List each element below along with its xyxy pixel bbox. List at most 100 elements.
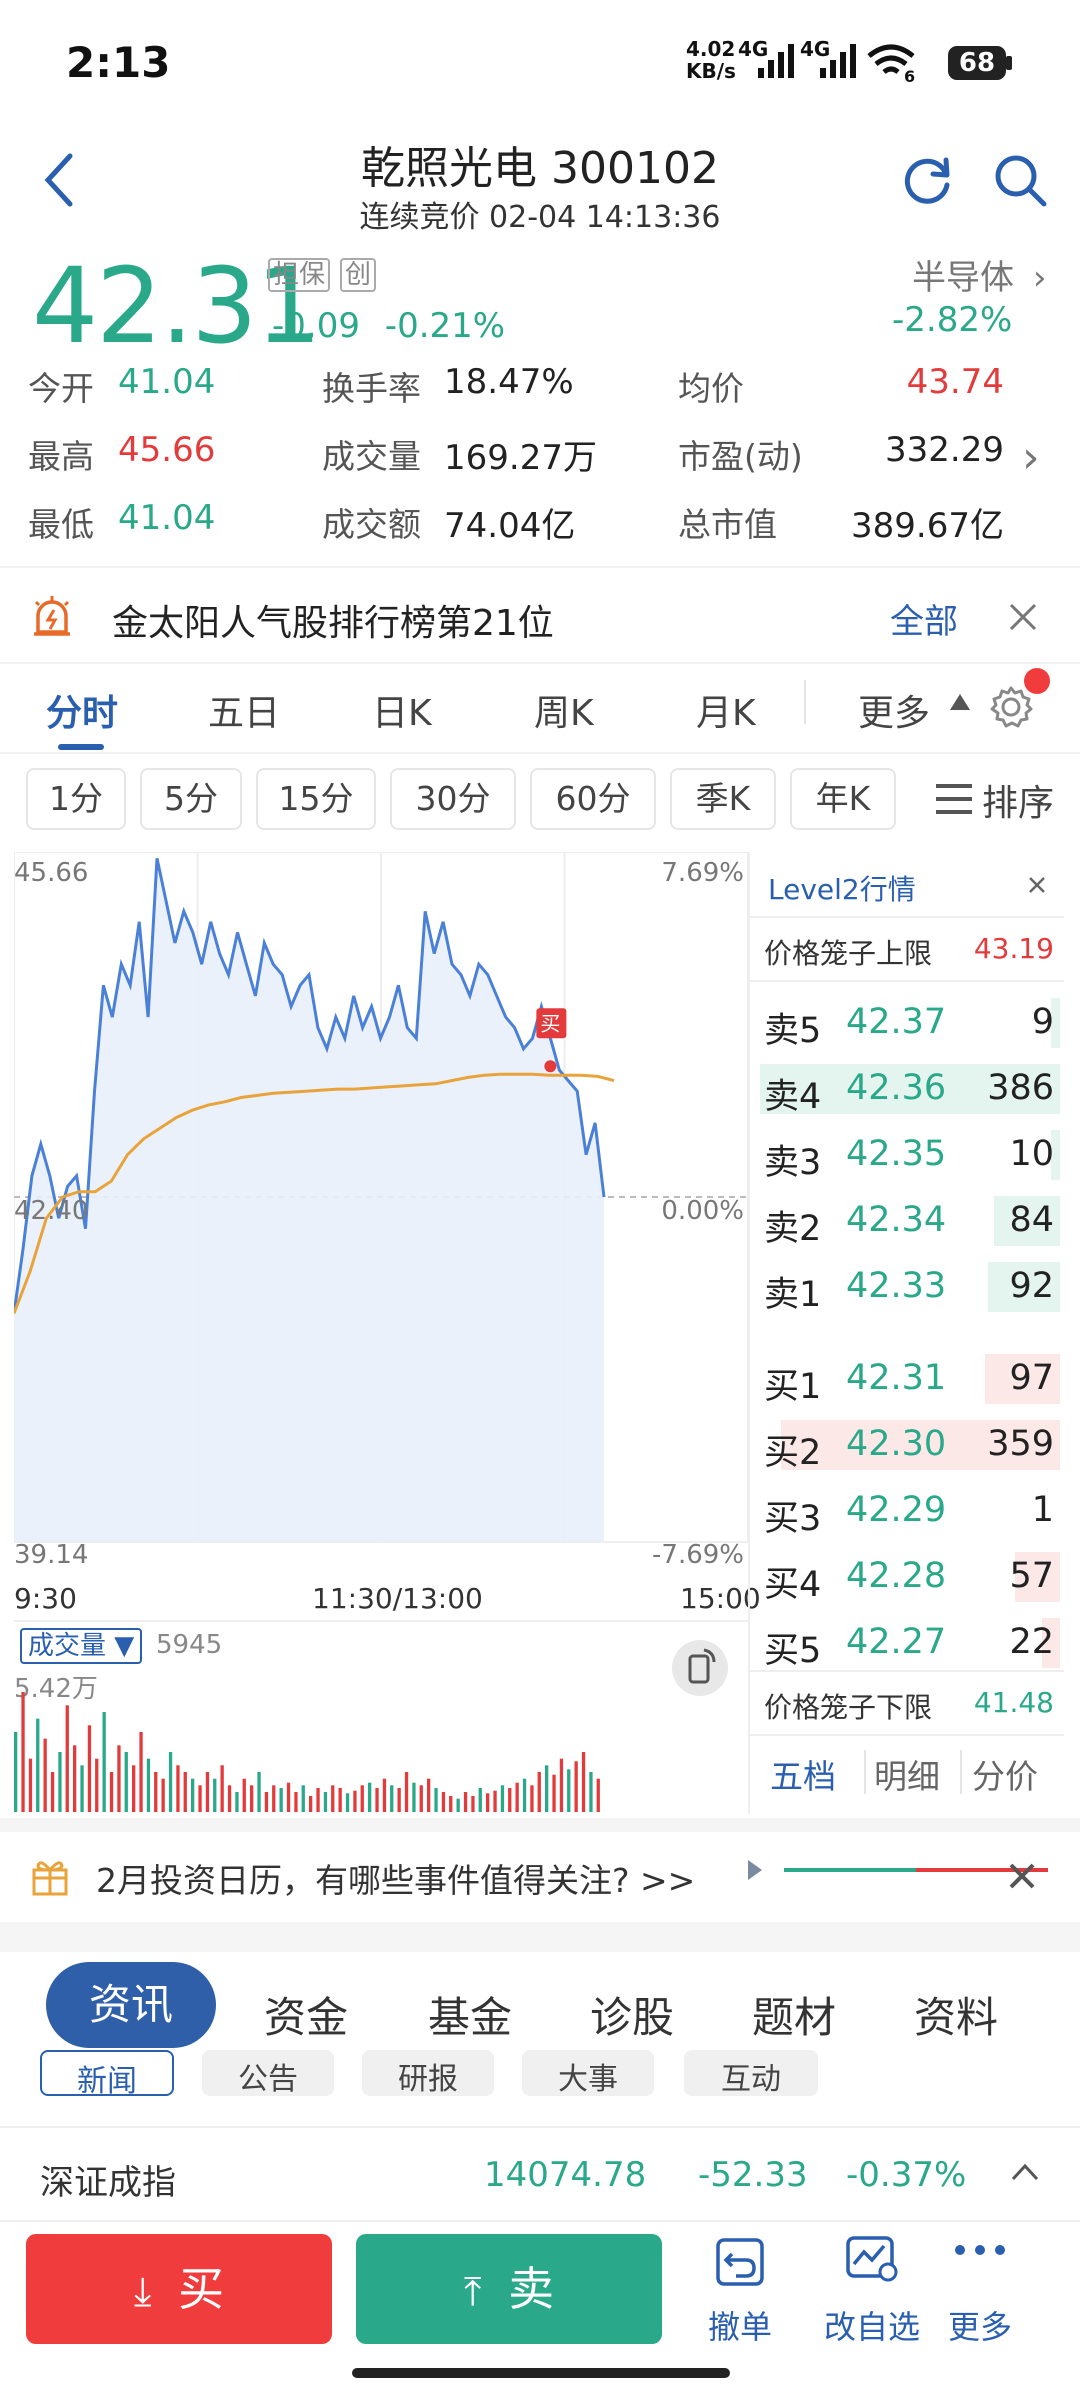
tab-fund[interactable]: 基金 <box>428 1984 512 2045</box>
ask-row[interactable]: 卖1 42.33 92 <box>750 1256 1064 1318</box>
rotate-button[interactable] <box>672 1640 728 1696</box>
sell-button[interactable]: ⤒ 卖 <box>356 2234 662 2344</box>
upload-arrow-icon: ⤒ <box>463 2269 482 2315</box>
refresh-icon[interactable] <box>900 152 956 208</box>
status-bar: 2:13 4.02 KB/s 4G 4G 6 68 <box>0 0 1080 120</box>
tab-details[interactable]: 明细 <box>874 1750 940 1798</box>
edit-watchlist-button[interactable]: 改自选 <box>812 2302 932 2348</box>
tab-news[interactable]: 资讯 <box>46 1962 216 2048</box>
cancel-order-button[interactable]: 撤单 <box>680 2302 800 2348</box>
chevron-right-icon[interactable]: › <box>1022 432 1040 483</box>
buy-label: 买 <box>178 2262 225 2316</box>
period-30min[interactable]: 30分 <box>390 768 516 830</box>
period-15min[interactable]: 15分 <box>256 768 376 830</box>
buy-button[interactable]: ⤓ 买 <box>26 2234 332 2344</box>
bid-row[interactable]: 买4 42.28 57 <box>750 1546 1064 1608</box>
y-min-label: 39.14 <box>14 1540 89 1570</box>
menu-icon[interactable] <box>934 782 974 816</box>
volume-bar <box>198 1785 202 1812</box>
time-label-mid: 11:30/13:00 <box>312 1582 483 1615</box>
ask-row[interactable]: 卖4 42.36 386 <box>750 1058 1064 1120</box>
tab-more[interactable]: 更多 <box>858 684 930 736</box>
close-icon[interactable] <box>1028 876 1046 894</box>
level-label: 卖1 <box>764 1275 822 1315</box>
subtab-reports[interactable]: 研报 <box>362 2050 494 2096</box>
subtab-announcements[interactable]: 公告 <box>202 2050 334 2096</box>
volume-bar <box>338 1788 342 1812</box>
buy-dot <box>544 1060 557 1073</box>
subtab-interaction[interactable]: 互动 <box>684 2050 818 2096</box>
subtab-events[interactable]: 大事 <box>522 2050 654 2096</box>
tab-daily-k[interactable]: 日K <box>372 684 432 736</box>
volume-bar <box>65 1705 69 1812</box>
bid-row[interactable]: 买3 42.29 1 <box>750 1480 1064 1542</box>
watchlist-edit-icon[interactable] <box>842 2232 902 2288</box>
volume-bar <box>596 1778 600 1812</box>
stat-value: 45.66 <box>118 430 216 470</box>
level-volume: 84 <box>1009 1200 1054 1240</box>
tab-five-day[interactable]: 五日 <box>208 684 280 736</box>
gear-icon[interactable] <box>988 684 1034 730</box>
ask-row[interactable]: 卖5 42.37 9 <box>750 992 1064 1054</box>
tab-monthly-k[interactable]: 月K <box>696 684 756 736</box>
bid-row[interactable]: 买2 42.30 359 <box>750 1414 1064 1476</box>
ask-row[interactable]: 卖2 42.34 84 <box>750 1190 1064 1252</box>
tab-topics[interactable]: 题材 <box>752 1984 836 2045</box>
volume-bar <box>250 1785 254 1812</box>
chevron-up-icon[interactable] <box>1010 2162 1040 2182</box>
level2-title: Level2行情 <box>768 873 916 906</box>
undo-order-icon[interactable] <box>712 2234 768 2290</box>
tab-price-dist[interactable]: 分价 <box>972 1750 1038 1798</box>
chinext-tag: 创 <box>340 258 377 292</box>
tab-weekly-k[interactable]: 周K <box>534 684 594 736</box>
bid-row[interactable]: 买5 42.27 22 <box>750 1612 1064 1674</box>
period-5min[interactable]: 5分 <box>140 768 242 830</box>
volume-bar <box>264 1792 269 1812</box>
volume-bar <box>486 1793 490 1812</box>
more-dots-icon[interactable] <box>952 2240 1008 2260</box>
volume-bar <box>478 1788 482 1812</box>
period-year-k[interactable]: 年K <box>790 768 896 830</box>
stat-label: 市盈(动) <box>678 437 803 476</box>
close-icon[interactable] <box>1008 1862 1036 1890</box>
sort-button[interactable]: 排序 <box>982 774 1054 826</box>
tab-separator <box>864 1750 866 1794</box>
ask-strength-bar <box>784 1868 916 1872</box>
tab-diagnose[interactable]: 诊股 <box>590 1984 674 2045</box>
ask-row[interactable]: 卖3 42.35 10 <box>750 1124 1064 1186</box>
notification-dot <box>1024 668 1050 694</box>
period-quarter-k[interactable]: 季K <box>670 768 776 830</box>
triangle-up-icon[interactable] <box>948 692 972 712</box>
level-price: 42.31 <box>846 1358 947 1398</box>
stat-label: 总市值 <box>678 505 777 544</box>
period-60min[interactable]: 60分 <box>530 768 656 830</box>
more-button[interactable]: 更多 <box>920 2302 1040 2348</box>
close-icon[interactable] <box>1008 602 1038 632</box>
tab-funds-flow[interactable]: 资金 <box>264 1984 348 2045</box>
tab-five-levels[interactable]: 五档 <box>770 1750 836 1798</box>
popularity-rank[interactable]: 金太阳人气股排行榜第21位 <box>112 594 554 646</box>
tab-intraday[interactable]: 分时 <box>46 684 118 736</box>
upper-limit-row: 价格笼子上限 43.19 <box>750 916 1064 982</box>
bid-row[interactable]: 买1 42.31 97 <box>750 1348 1064 1410</box>
intraday-chart[interactable]: 买 <box>14 852 748 1572</box>
volume-bar <box>419 1785 423 1812</box>
volume-bar <box>28 1758 33 1812</box>
calendar-announcement[interactable]: 2月投资日历，有哪些事件值得关注? >> <box>96 1854 695 1902</box>
stat-label: 成交量 <box>322 437 421 476</box>
level-label: 买2 <box>764 1433 822 1473</box>
home-indicator[interactable] <box>352 2368 730 2378</box>
stat-value: 41.04 <box>118 362 216 402</box>
index-change: -52.33 <box>698 2155 808 2195</box>
period-1min[interactable]: 1分 <box>26 768 126 830</box>
tab-underline <box>58 744 104 750</box>
divider <box>0 662 1080 664</box>
tab-profile[interactable]: 资料 <box>914 1984 998 2045</box>
stat-label: 换手率 <box>322 369 421 408</box>
sector-link[interactable]: 半导体 › <box>912 250 1046 299</box>
net-speed-unit: KB/s <box>686 59 736 83</box>
rank-all-link[interactable]: 全部 <box>890 594 958 643</box>
subtab-news[interactable]: 新闻 <box>40 2050 174 2096</box>
volume-bar <box>309 1796 313 1812</box>
search-icon[interactable] <box>992 152 1048 208</box>
